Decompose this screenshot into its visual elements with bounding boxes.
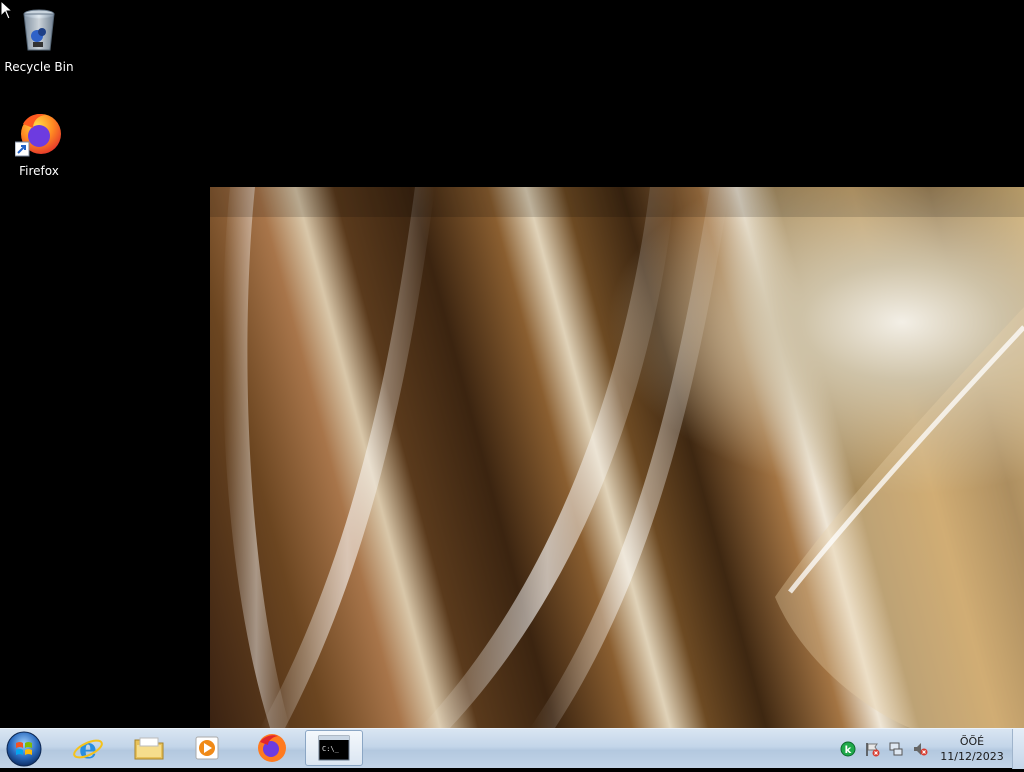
taskbar: e C:\_ k ÕÕÉ 11/12/2023 [0, 728, 1024, 769]
taskbar-firefox[interactable] [243, 730, 301, 766]
desktop-wallpaper [210, 187, 1024, 728]
firefox-icon [15, 114, 61, 157]
show-desktop-button[interactable] [1012, 729, 1024, 769]
firefox-icon [258, 734, 286, 762]
taskbar-media-player[interactable] [179, 730, 237, 766]
svg-text:k: k [845, 745, 852, 756]
command-prompt-glyph: C:\_ [322, 745, 340, 753]
windows-start-icon [6, 731, 42, 767]
command-prompt-icon: C:\_ [318, 735, 350, 761]
desktop-icon-firefox[interactable]: Firefox [1, 110, 77, 178]
wallpaper-art [210, 187, 1024, 728]
clock-date: 11/12/2023 [940, 750, 1004, 763]
volume-muted-icon[interactable] [912, 741, 928, 757]
recycle-bin-icon [23, 9, 55, 51]
system-tray: k ÕÕÉ 11/12/2023 [836, 729, 1008, 769]
internet-explorer-icon: e [73, 732, 103, 764]
action-center-flag-icon[interactable] [864, 741, 880, 757]
taskbar-file-explorer[interactable] [120, 730, 178, 766]
taskbar-internet-explorer[interactable]: e [59, 730, 117, 766]
clock-time: ÕÕÉ [959, 735, 985, 748]
desktop-icon-label: Recycle Bin [4, 60, 74, 74]
desktop-icon-label: Firefox [19, 164, 59, 178]
taskbar-command-prompt[interactable]: C:\_ [305, 730, 363, 766]
network-icon[interactable] [888, 741, 904, 757]
taskbar-clock[interactable]: ÕÕÉ 11/12/2023 [936, 734, 1008, 764]
mouse-cursor-icon [0, 0, 14, 20]
svg-text:e: e [79, 732, 97, 764]
desktop: Recycle Bin Firefox [0, 0, 1024, 728]
folder-icon [134, 737, 164, 760]
start-button[interactable] [4, 730, 44, 768]
media-player-icon [195, 736, 219, 760]
kaspersky-icon[interactable]: k [840, 741, 856, 757]
